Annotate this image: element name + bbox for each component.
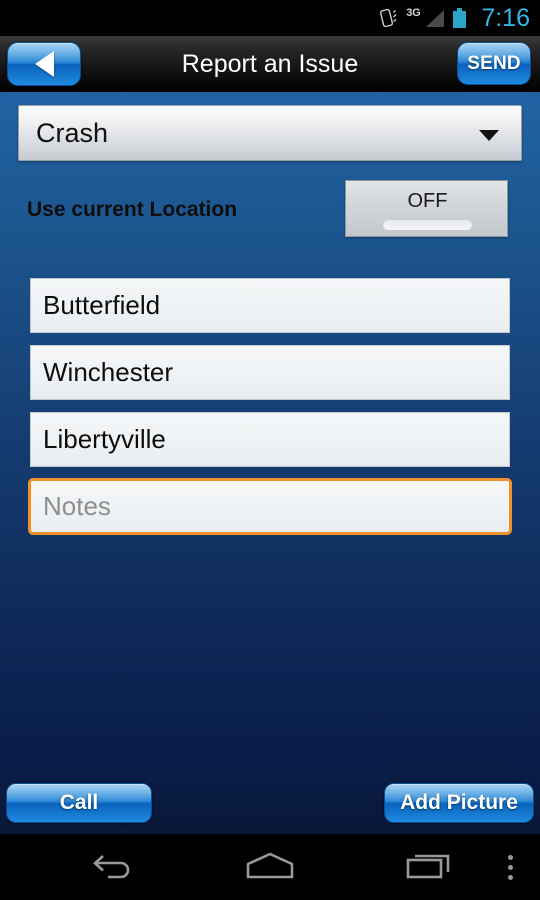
send-button[interactable]: SEND [457,42,531,85]
address-field-3[interactable]: Libertyville [30,412,510,467]
send-button-label: SEND [467,52,521,74]
address-field-3-value: Libertyville [43,424,166,454]
use-current-location-label: Use current Location [27,198,238,221]
form-content: Crash Use current Location OFF Butterfie… [0,92,540,834]
android-nav-bar [0,834,540,900]
signal-bars-icon [426,9,445,27]
address-field-1-value: Butterfield [43,290,161,320]
issue-type-spinner[interactable]: Crash [18,105,522,161]
issue-type-value: Crash [36,117,109,148]
status-icons: 3G 7:16 [377,3,530,32]
nav-back-button[interactable] [65,834,159,900]
android-recents-icon [404,850,454,885]
toggle-state-label: OFF [407,190,448,212]
add-picture-button-label: Add Picture [400,791,518,814]
status-bar: 3G 7:16 [0,0,540,36]
overflow-menu-icon [507,854,513,880]
network-type-label: 3G [406,7,421,19]
chevron-down-icon [479,130,499,141]
notes-field[interactable]: Notes [28,478,512,535]
call-button[interactable]: Call [6,783,152,823]
battery-icon [453,8,467,28]
call-button-label: Call [59,791,99,814]
add-picture-button[interactable]: Add Picture [384,783,534,823]
nav-recents-button[interactable] [382,834,476,900]
address-field-2[interactable]: Winchester [30,345,510,400]
use-current-location-toggle[interactable]: OFF [345,180,508,237]
nav-home-button[interactable] [223,834,317,900]
toggle-thumb [383,219,472,230]
android-back-icon [88,850,136,885]
address-field-2-value: Winchester [43,357,174,387]
address-field-1[interactable]: Butterfield [30,278,510,333]
status-clock: 7:16 [481,3,530,32]
phone-screen: 3G 7:16 Report an Issue SEND Crash Use c… [0,0,540,900]
vibrate-icon [377,7,397,29]
nav-overflow-menu-button[interactable] [487,834,533,900]
android-home-icon [243,851,297,884]
notes-placeholder: Notes [43,491,111,521]
title-bar: Report an Issue SEND [0,36,540,92]
